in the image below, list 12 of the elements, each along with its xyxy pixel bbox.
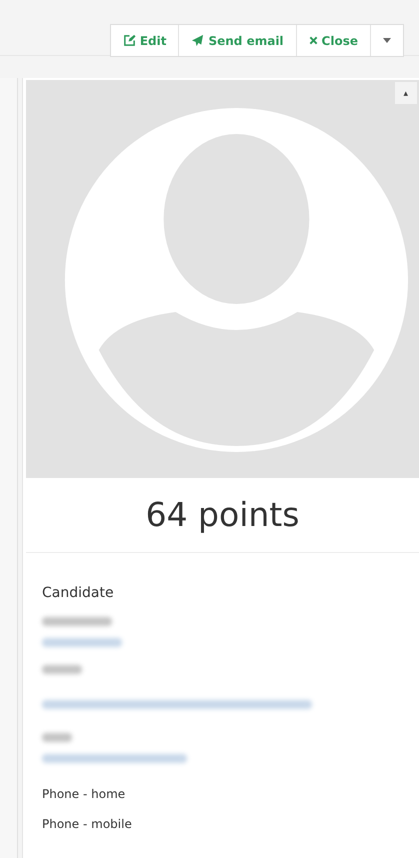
caret-icon [383, 38, 391, 43]
redacted-text [42, 617, 112, 626]
close-icon [308, 36, 318, 45]
collapse-button[interactable]: ▴ [395, 82, 417, 104]
edit-icon [122, 34, 136, 47]
field-label: Phone - mobile [42, 817, 133, 831]
redacted-text [42, 665, 82, 674]
section-title: Candidate [42, 585, 115, 601]
redacted-text [42, 733, 72, 742]
field-label: Phone - home [42, 787, 126, 801]
paper-plane-icon [191, 34, 204, 47]
score-text: 64 points [26, 478, 419, 553]
